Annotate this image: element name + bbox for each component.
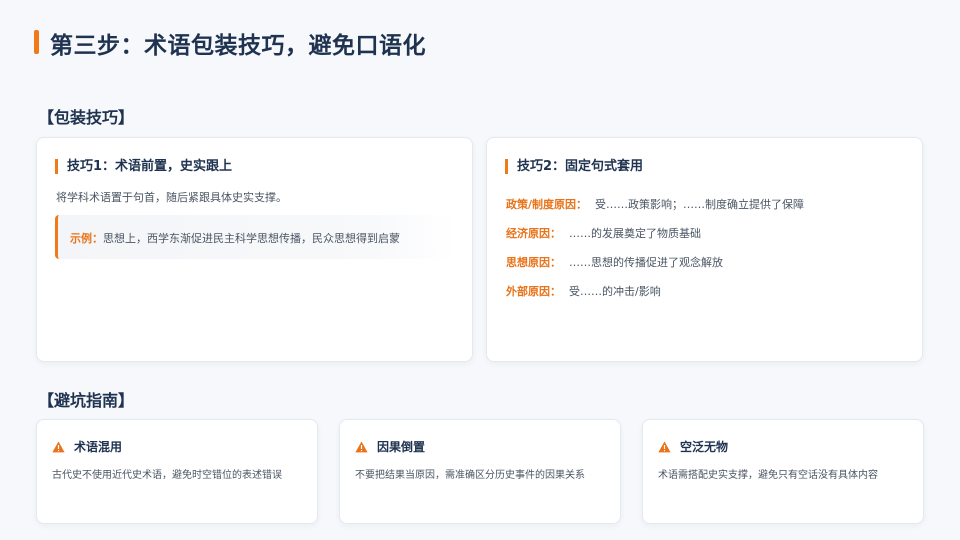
warning-icon bbox=[355, 441, 368, 453]
tip1-card: 技巧1：术语前置，史实跟上 将学科术语置于句首，随后紧跟具体史实支撑。 示例：思… bbox=[36, 137, 473, 362]
pattern-label: 政策/制度原因： bbox=[506, 198, 588, 211]
page-title: 第三步：术语包装技巧，避免口语化 bbox=[50, 33, 426, 59]
pattern-text: ……思想的传播促进了观念解放 bbox=[569, 256, 723, 269]
pattern-text: 受……政策影响；……制度确立提供了保障 bbox=[595, 198, 805, 211]
pattern-row: 思想原因： ……思想的传播促进了观念解放 bbox=[506, 254, 723, 270]
pitfall-card: 空泛无物 术语需搭配史实支撑，避免只有空话没有具体内容 bbox=[642, 419, 924, 524]
pitfall-head: 空泛无物 bbox=[658, 438, 728, 455]
pitfall-description: 古代史不使用近代史术语，避免时空错位的表述错误 bbox=[52, 470, 282, 481]
pattern-label: 思想原因： bbox=[506, 256, 561, 269]
pitfall-card: 术语混用 古代史不使用近代史术语，避免时空错位的表述错误 bbox=[36, 419, 318, 524]
pattern-label: 经济原因： bbox=[506, 227, 561, 240]
pattern-row: 外部原因： 受……的冲击/影响 bbox=[506, 283, 661, 299]
pitfall-description: 术语需搭配史实支撑，避免只有空话没有具体内容 bbox=[658, 470, 878, 481]
tip2-title: 技巧2：固定句式套用 bbox=[505, 159, 643, 174]
section-title-pitfalls: 【避坑指南】 bbox=[38, 391, 135, 410]
pitfall-title: 空泛无物 bbox=[680, 440, 729, 454]
pattern-text: ……的发展奠定了物质基础 bbox=[569, 227, 701, 240]
tip1-example: 示例：思想上，西学东渐促进民主科学思想传播，民众思想得到启蒙 bbox=[55, 215, 455, 259]
section-title-packaging: 【包装技巧】 bbox=[38, 108, 135, 127]
pitfall-title: 因果倒置 bbox=[377, 440, 426, 454]
example-text: 思想上，西学东渐促进民主科学思想传播，民众思想得到启蒙 bbox=[103, 232, 400, 245]
warning-icon bbox=[658, 441, 671, 453]
pitfall-card: 因果倒置 不要把结果当原因，需准确区分历史事件的因果关系 bbox=[339, 419, 621, 524]
example-label: 示例： bbox=[70, 232, 103, 245]
tip2-card: 技巧2：固定句式套用 政策/制度原因： 受……政策影响；……制度确立提供了保障 经… bbox=[486, 137, 923, 362]
pitfall-head: 因果倒置 bbox=[355, 438, 425, 455]
tip1-description: 将学科术语置于句首，随后紧跟具体史实支撑。 bbox=[56, 191, 287, 204]
pattern-row: 政策/制度原因： 受……政策影响；……制度确立提供了保障 bbox=[506, 196, 804, 212]
title-accent-bar bbox=[34, 30, 39, 54]
pattern-label: 外部原因： bbox=[506, 285, 561, 298]
tip1-title: 技巧1：术语前置，史实跟上 bbox=[55, 159, 232, 174]
pattern-text: 受……的冲击/影响 bbox=[569, 285, 661, 298]
pitfall-description: 不要把结果当原因，需准确区分历史事件的因果关系 bbox=[355, 470, 585, 481]
pitfall-title: 术语混用 bbox=[74, 440, 123, 454]
warning-icon bbox=[52, 441, 65, 453]
pitfall-head: 术语混用 bbox=[52, 438, 122, 455]
pattern-row: 经济原因： ……的发展奠定了物质基础 bbox=[506, 225, 701, 241]
